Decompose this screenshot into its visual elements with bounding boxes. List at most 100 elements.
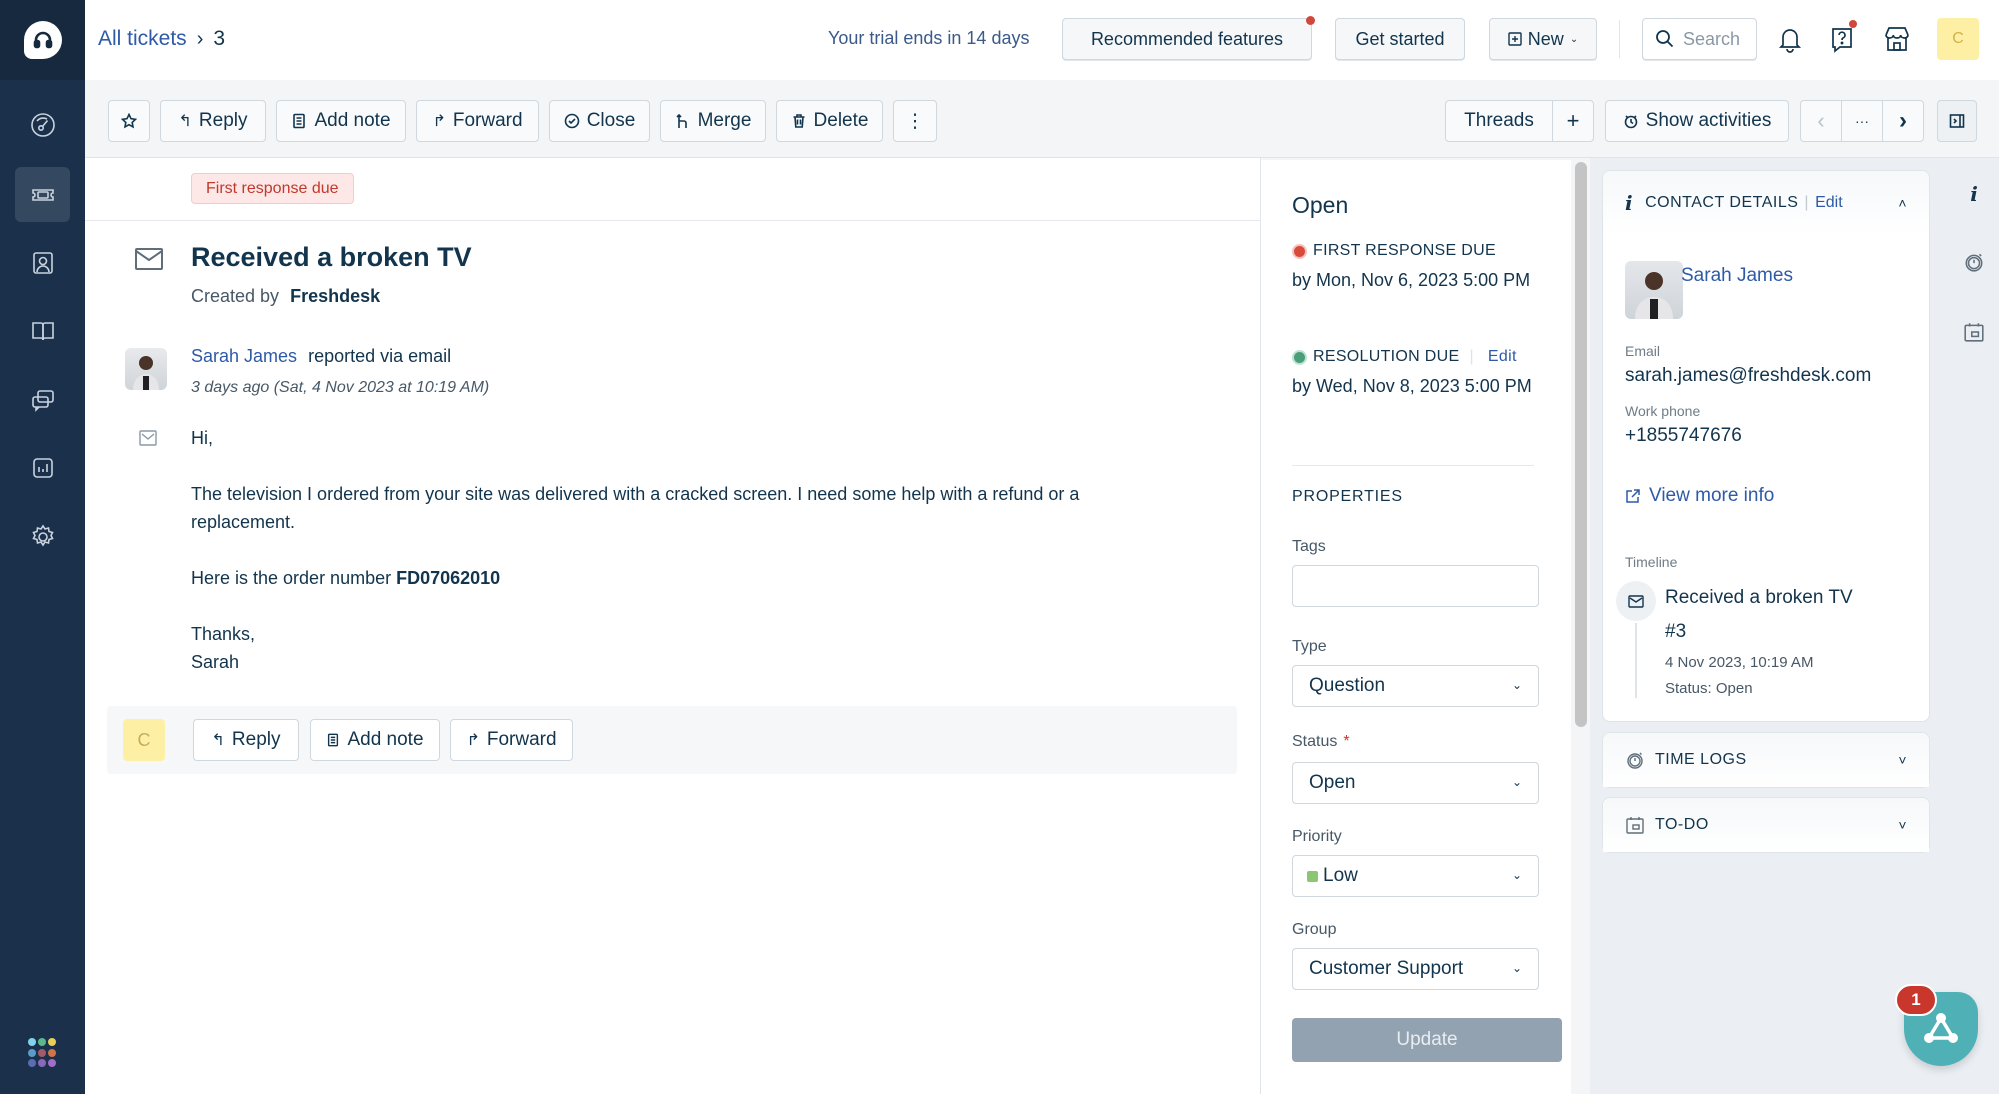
merge-button[interactable]: Merge [660, 100, 766, 142]
reply-bar-forward-button[interactable]: ↱ Forward [450, 719, 573, 761]
nav-dashboard[interactable] [15, 97, 70, 152]
top-header: All tickets › 3 Your trial ends in 14 da… [85, 0, 1999, 80]
reply-icon: ↰ [178, 113, 192, 130]
apps-dot [48, 1059, 56, 1068]
merge-icon [675, 113, 687, 128]
person-photo-icon [1635, 272, 1673, 319]
forward-button[interactable]: ↱ Forward [416, 100, 539, 142]
todo-title: TO-DO [1655, 816, 1709, 833]
group-select[interactable]: Customer Support ⌄ [1292, 948, 1539, 990]
resolution-edit-link[interactable]: Edit [1488, 348, 1517, 366]
help-icon [1832, 28, 1852, 53]
contact-name-link[interactable]: Sarah James [1681, 265, 1793, 287]
logo[interactable] [0, 0, 85, 80]
reply-bar-reply-label: Reply [231, 729, 281, 750]
email-label: Email [1625, 343, 1661, 359]
more-actions-button[interactable]: ⋮ [893, 100, 937, 142]
time-logs-header[interactable]: TIME LOGS ˅ [1603, 733, 1929, 787]
marketplace-button[interactable] [1880, 22, 1914, 56]
apps-launcher-icon[interactable] [28, 1038, 58, 1068]
contact-edit-link[interactable]: Edit [1815, 194, 1843, 212]
previous-ticket-button[interactable]: ‹ [1800, 100, 1842, 142]
properties-divider [1292, 465, 1534, 466]
properties-scrollbar[interactable] [1575, 162, 1587, 727]
separator: | [1804, 194, 1810, 211]
toggle-sidebar-button[interactable] [1937, 100, 1977, 142]
reports-icon [32, 457, 53, 478]
nav-admin[interactable] [15, 509, 70, 564]
rail-time-logs-button[interactable] [1962, 250, 1986, 274]
right-rail: i [1949, 158, 1999, 1094]
email-icon [135, 248, 163, 270]
resolution-label: RESOLUTION DUE [1313, 348, 1460, 365]
timeline-status: Status: Open [1665, 680, 1753, 697]
requester-avatar[interactable] [125, 348, 167, 390]
user-avatar[interactable]: C [1937, 18, 1979, 60]
note-icon [328, 733, 339, 747]
todo-header[interactable]: TO-DO ˅ [1603, 798, 1929, 852]
timeline-entry-title[interactable]: Received a broken TV #3 [1665, 581, 1905, 649]
trial-notice[interactable]: Your trial ends in 14 days [828, 28, 1029, 49]
reply-button[interactable]: ↰ Reply [160, 100, 266, 142]
person-photo-icon [133, 356, 159, 390]
message-timestamp: 3 days ago (Sat, 4 Nov 2023 at 10:19 AM) [191, 379, 490, 396]
message-body: Hi, The television I ordered from your s… [191, 424, 1171, 676]
check-circle-icon [564, 113, 580, 129]
message-order-line: Here is the order number FD07062010 [191, 564, 1171, 592]
contact-avatar[interactable] [1625, 261, 1683, 319]
book-icon [31, 321, 54, 340]
nav-tickets[interactable] [15, 167, 70, 222]
timeline-title: Received a broken TV [1665, 587, 1853, 608]
reply-bar-add-note-button[interactable]: Add note [310, 719, 440, 761]
close-button[interactable]: Close [549, 100, 650, 142]
apps-dot [48, 1038, 56, 1046]
contact-email[interactable]: sarah.james@freshdesk.com [1625, 365, 1871, 387]
resolution-sla: RESOLUTION DUE | Edit [1292, 348, 1517, 366]
ticket-list-button[interactable]: ··· [1841, 100, 1883, 142]
timeline-date: 4 Nov 2023, 10:19 AM [1665, 654, 1814, 671]
delete-label: Delete [813, 110, 869, 131]
threads-button[interactable]: Threads [1445, 100, 1553, 142]
nav-reports[interactable] [15, 440, 70, 495]
nav-solutions[interactable] [15, 303, 70, 358]
add-thread-button[interactable]: + [1552, 100, 1594, 142]
star-button[interactable] [108, 100, 150, 142]
group-value: Customer Support [1309, 958, 1464, 979]
priority-select[interactable]: Low ⌄ [1292, 855, 1539, 897]
email-icon [1628, 594, 1644, 608]
contact-details-header[interactable]: i CONTACT DETAILS | Edit ˄ [1603, 171, 1929, 235]
reply-label: Reply [198, 110, 248, 131]
tags-input[interactable] [1292, 565, 1539, 607]
info-icon[interactable]: i [1962, 182, 1986, 206]
requester-name-link[interactable]: Sarah James [191, 346, 297, 366]
plus-icon: + [1566, 108, 1580, 133]
new-button[interactable]: New ⌄ [1489, 18, 1597, 60]
get-started-button[interactable]: Get started [1335, 18, 1465, 60]
view-more-info-link[interactable]: View more info [1625, 485, 1774, 507]
apps-dot [38, 1038, 46, 1046]
search-input[interactable]: Search [1642, 18, 1757, 60]
next-ticket-button[interactable]: › [1882, 100, 1924, 142]
calendar-icon [1626, 817, 1644, 834]
reply-bar-reply-button[interactable]: ↰ Reply [193, 719, 299, 761]
info-icon: i [1625, 191, 1634, 215]
nav-contacts[interactable] [15, 235, 70, 290]
ontrack-dot-icon [1292, 349, 1307, 365]
breadcrumb-current: 3 [213, 27, 226, 50]
breadcrumb: All tickets › 3 [98, 27, 225, 51]
update-button[interactable]: Update [1292, 1018, 1562, 1062]
add-note-button[interactable]: Add note [276, 100, 406, 142]
show-activities-button[interactable]: Show activities [1605, 100, 1789, 142]
contact-phone[interactable]: +1855747676 [1625, 425, 1742, 447]
notification-dot [1306, 16, 1315, 25]
chevron-left-icon: ‹ [1817, 108, 1825, 133]
nav-discussions[interactable] [15, 372, 70, 427]
notifications-button[interactable] [1773, 22, 1807, 56]
type-label: Type [1292, 638, 1327, 655]
rail-todo-button[interactable] [1962, 320, 1986, 344]
type-select[interactable]: Question ⌄ [1292, 665, 1539, 707]
recommended-features-button[interactable]: Recommended features [1062, 18, 1312, 60]
breadcrumb-all-tickets[interactable]: All tickets [98, 27, 187, 51]
status-select[interactable]: Open ⌄ [1292, 762, 1539, 804]
delete-button[interactable]: Delete [776, 100, 883, 142]
